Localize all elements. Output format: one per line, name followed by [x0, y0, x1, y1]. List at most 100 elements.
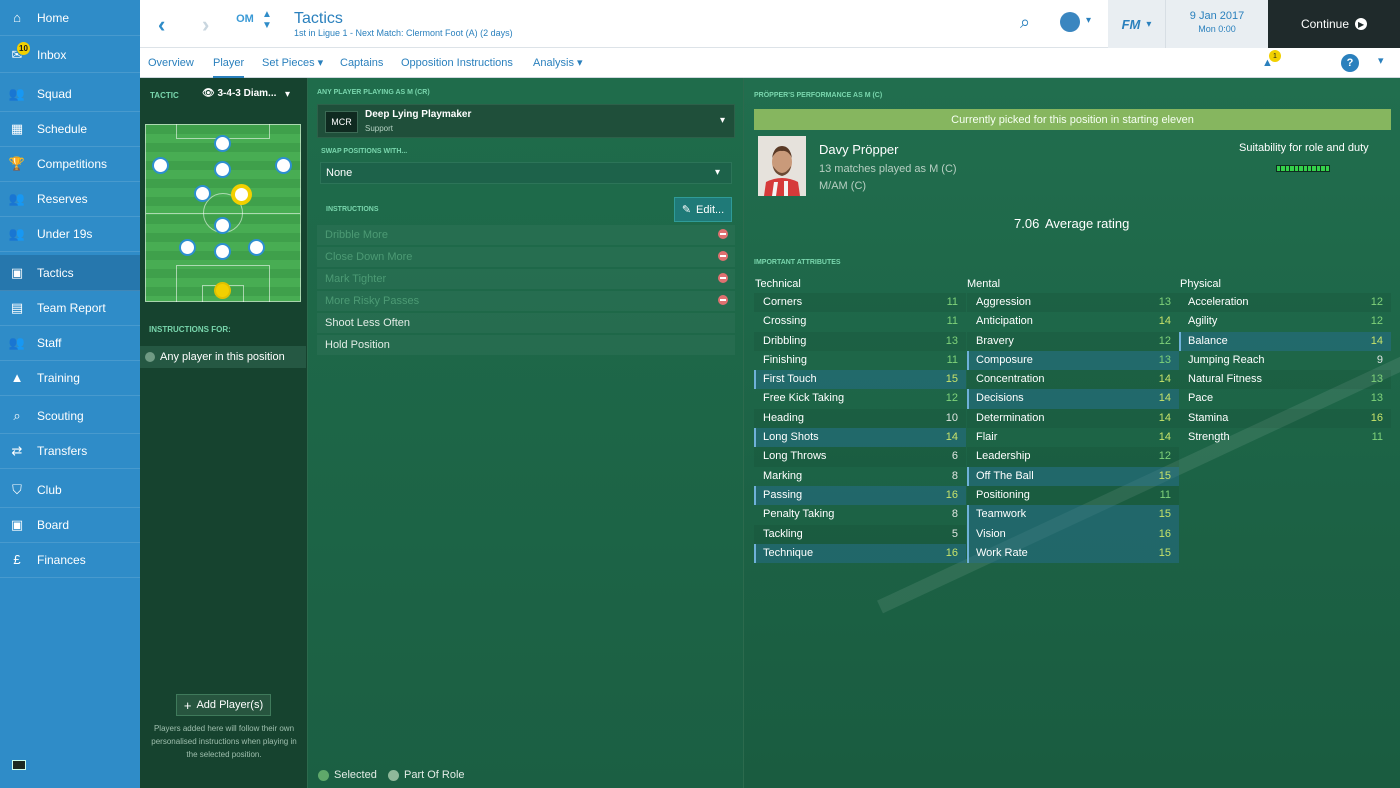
attribute-row[interactable]: Penalty Taking 8 [754, 505, 966, 524]
sidebar-item-under-19s[interactable]: 👥 Under 19s [0, 216, 140, 252]
attribute-row[interactable]: Bravery 12 [967, 331, 1179, 351]
attribute-row[interactable]: Teamwork 15 [967, 505, 1179, 525]
up-down-icon[interactable]: ▲ ▼ [262, 9, 272, 31]
player-position-dc[interactable] [214, 243, 231, 260]
chevron-down-icon[interactable]: ▾ [1378, 54, 1384, 67]
player-position-dm[interactable] [214, 217, 231, 234]
sidebar-item-competitions[interactable]: 🏆 Competitions [0, 146, 140, 182]
fm-menu-button[interactable]: FM ▾ [1108, 0, 1165, 48]
sidebar-item-training[interactable]: ▲ Training [0, 360, 140, 396]
player-photo[interactable] [758, 136, 806, 196]
sidebar-item-tactics[interactable]: ▣ Tactics [0, 255, 140, 291]
instructions-for-item[interactable]: Any player in this position [140, 346, 306, 368]
player-position-mcl[interactable] [194, 185, 211, 202]
attribute-row[interactable]: Long Shots 14 [754, 428, 966, 448]
attribute-row[interactable]: Marking 8 [754, 467, 966, 486]
attribute-row[interactable]: Passing 16 [754, 485, 966, 506]
help-icon[interactable]: ? [1341, 54, 1359, 72]
attribute-row[interactable]: Vision 16 [967, 524, 1179, 545]
player-position-amc[interactable] [214, 161, 231, 178]
attribute-row[interactable]: Anticipation 14 [967, 312, 1179, 331]
attribute-row[interactable]: Agility 12 [1179, 312, 1391, 331]
sidebar-item-finances[interactable]: £ Finances [0, 542, 140, 578]
sidebar-item-transfers[interactable]: ⇄ Transfers [0, 433, 140, 469]
instruction-row[interactable]: Shoot Less Often [317, 313, 735, 333]
attribute-row[interactable]: Dribbling 13 [754, 331, 966, 351]
attribute-row[interactable]: Work Rate 15 [967, 543, 1179, 564]
player-position-st[interactable] [214, 135, 231, 152]
player-name[interactable]: Davy Pröpper [819, 142, 898, 157]
attribute-row[interactable]: Leadership 12 [967, 447, 1179, 467]
player-position-mcr[interactable] [233, 186, 250, 203]
attribute-row[interactable]: Long Throws 6 [754, 447, 966, 467]
attribute-row[interactable]: Decisions 14 [967, 389, 1179, 410]
tab-player[interactable]: Player [213, 48, 245, 78]
attribute-row[interactable]: Heading 10 [754, 408, 966, 429]
swap-positions-select[interactable]: None ▾ [320, 162, 732, 184]
player-position-dcl[interactable] [179, 239, 196, 256]
attribute-row[interactable]: Crossing 11 [754, 312, 966, 331]
chevron-down-icon[interactable]: ▾ [1086, 15, 1091, 26]
attribute-row[interactable]: Composure 13 [967, 350, 1179, 371]
attribute-row[interactable]: Tackling 5 [754, 524, 966, 544]
sidebar-item-home[interactable]: ⌂ Home [0, 0, 140, 36]
back-arrow-icon[interactable]: ‹ [158, 12, 165, 38]
role-select[interactable]: MCR Deep Lying Playmaker Support ▾ [317, 104, 735, 138]
sidebar-item-staff[interactable]: 👥 Staff [0, 325, 140, 361]
sidebar-item-reserves[interactable]: 👥 Reserves [0, 181, 140, 217]
tab-set-pieces[interactable]: Set Pieces ▾ [262, 48, 323, 78]
edit-instructions-button[interactable]: ✎ Edit... [674, 197, 732, 222]
attribute-row[interactable]: Balance 14 [1179, 331, 1391, 352]
sidebar-item-board[interactable]: ▣ Board [0, 507, 140, 543]
attribute-row[interactable]: Acceleration 12 [1179, 293, 1391, 313]
attribute-row[interactable]: Determination 14 [967, 408, 1179, 429]
instruction-row[interactable]: Mark Tighter [317, 269, 735, 289]
tactic-select[interactable]: 👁 3-4-3 Diam... [202, 88, 276, 99]
attribute-row[interactable]: Corners 11 [754, 293, 966, 313]
sidebar-item-club[interactable]: ⛉ Club [0, 472, 140, 508]
continue-button[interactable]: Continue ▶ [1268, 0, 1400, 48]
attribute-row[interactable]: Aggression 13 [967, 293, 1179, 313]
attribute-row[interactable]: First Touch 15 [754, 370, 966, 390]
attribute-row[interactable]: Pace 13 [1179, 389, 1391, 408]
club-badge[interactable]: OM [236, 13, 254, 33]
sidebar-item-team-report[interactable]: ▤ Team Report [0, 290, 140, 326]
sidebar-item-schedule[interactable]: ▦ Schedule [0, 111, 140, 147]
chevron-down-icon[interactable]: ▾ [285, 89, 290, 100]
player-position-dcr[interactable] [248, 239, 265, 256]
sidebar-item-inbox[interactable]: ✉ 10 Inbox [0, 37, 140, 73]
sidebar-item-squad[interactable]: 👥 Squad [0, 76, 140, 112]
tab-analysis[interactable]: Analysis ▾ [533, 48, 583, 78]
add-players-button[interactable]: + Add Player(s) [176, 694, 271, 716]
attribute-row[interactable]: Stamina 16 [1179, 408, 1391, 429]
player-position-gk[interactable] [214, 282, 231, 299]
attribute-row[interactable]: Concentration 14 [967, 370, 1179, 390]
date-display[interactable]: 9 Jan 2017 Mon 0:00 [1165, 0, 1268, 48]
instruction-row[interactable]: More Risky Passes [317, 291, 735, 311]
attribute-row[interactable]: Technique 16 [754, 543, 966, 564]
remove-icon[interactable] [718, 251, 728, 261]
tab-overview[interactable]: Overview [148, 48, 194, 78]
attribute-row[interactable]: Off The Ball 15 [967, 466, 1179, 487]
attribute-row[interactable]: Positioning 11 [967, 485, 1179, 506]
remove-icon[interactable] [718, 295, 728, 305]
remove-icon[interactable] [718, 229, 728, 239]
player-position-aml[interactable] [152, 157, 169, 174]
instruction-row[interactable]: Hold Position [317, 335, 735, 355]
forward-arrow-icon[interactable]: › [202, 12, 209, 38]
player-position-amr[interactable] [275, 157, 292, 174]
attribute-row[interactable]: Strength 11 [1179, 428, 1391, 447]
instruction-row[interactable]: Dribble More [317, 225, 735, 245]
attribute-row[interactable]: Natural Fitness 13 [1179, 370, 1391, 390]
attribute-row[interactable]: Flair 14 [967, 428, 1179, 447]
sidebar-item-scouting[interactable]: ⌕ Scouting [0, 398, 140, 434]
remove-icon[interactable] [718, 273, 728, 283]
attribute-row[interactable]: Finishing 11 [754, 351, 966, 370]
instruction-row[interactable]: Close Down More [317, 247, 735, 267]
attribute-row[interactable]: Jumping Reach 9 [1179, 351, 1391, 370]
tab-captains[interactable]: Captains [340, 48, 383, 78]
attribute-row[interactable]: Free Kick Taking 12 [754, 389, 966, 408]
search-icon[interactable]: ⌕ [1020, 12, 1030, 33]
status-icon[interactable] [12, 760, 26, 770]
tab-opposition-instructions[interactable]: Opposition Instructions [401, 48, 513, 78]
